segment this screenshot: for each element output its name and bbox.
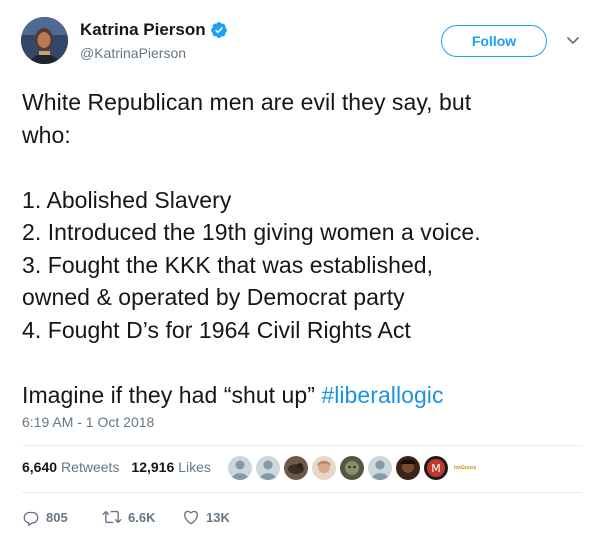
tweet-line: who: [22, 121, 71, 148]
tweet-stats: 6,640 Retweets 12,916 Likes [22, 459, 223, 475]
retweet-icon [102, 510, 122, 524]
liker-avatar[interactable] [312, 456, 336, 480]
likes-count[interactable]: 12,916 [131, 459, 174, 475]
tweet-line: 3. Fought the KKK that was established, [22, 251, 434, 278]
liker-logo-text[interactable]: lexGnoxy [454, 465, 477, 471]
liker-avatar[interactable] [284, 456, 308, 480]
tweet-line [22, 346, 588, 379]
retweet-count: 6.6K [128, 509, 156, 525]
follow-button[interactable]: Follow [441, 25, 547, 57]
liker-avatar[interactable] [256, 456, 280, 480]
like-button[interactable]: 13K [182, 508, 230, 526]
avatar[interactable] [21, 17, 68, 64]
likes-label[interactable]: Likes [178, 459, 211, 475]
tweet-last-line-text: Imagine if they had “shut up” [22, 381, 322, 408]
reply-icon [23, 511, 39, 526]
svg-text:M: M [431, 462, 441, 475]
author-name[interactable]: Katrina Pierson [80, 20, 206, 40]
avatar-image [21, 17, 68, 64]
tweet-card: Katrina Pierson @KatrinaPierson Follow W… [0, 0, 608, 547]
retweet-button[interactable]: 6.6K [102, 508, 182, 526]
likers-avatars: M lexGnoxy [228, 456, 477, 480]
tweet-line [22, 151, 588, 184]
tweet-actions: 805 6.6K 13K [22, 508, 230, 526]
tweet-line: White Republican men are evil they say, … [22, 89, 472, 115]
hashtag-link[interactable]: #liberallogic [321, 382, 443, 408]
tweet-timestamp[interactable]: 6:19 AM - 1 Oct 2018 [22, 414, 154, 430]
tweet-line: 1. Abolished Slavery [22, 186, 232, 213]
author-name-row[interactable]: Katrina Pierson [80, 20, 228, 40]
verified-badge-icon [210, 22, 227, 38]
author-handle[interactable]: @KatrinaPierson [80, 45, 186, 61]
divider [22, 445, 582, 446]
tweet-line: 4. Fought D’s for 1964 Civil Rights Act [22, 316, 411, 343]
liker-avatar[interactable]: M [424, 456, 448, 480]
liker-avatar[interactable] [228, 456, 252, 480]
liker-avatar[interactable] [396, 456, 420, 480]
like-count: 13K [206, 509, 230, 525]
liker-avatar[interactable] [340, 456, 364, 480]
liker-avatar[interactable] [368, 456, 392, 480]
divider [22, 492, 582, 493]
reply-count: 805 [46, 509, 68, 525]
chevron-down-icon[interactable] [566, 36, 580, 46]
retweets-count[interactable]: 6,640 [22, 459, 57, 475]
retweets-label[interactable]: Retweets [61, 459, 119, 475]
tweet-text: White Republican men are evil they say, … [22, 86, 588, 411]
tweet-line: owned & operated by Democrat party [22, 284, 405, 310]
tweet-line: 2. Introduced the 19th giving women a vo… [22, 219, 481, 245]
reply-button[interactable]: 805 [22, 508, 102, 526]
heart-icon [184, 510, 198, 525]
tweet-last-line: Imagine if they had “shut up” #liberallo… [22, 379, 588, 412]
